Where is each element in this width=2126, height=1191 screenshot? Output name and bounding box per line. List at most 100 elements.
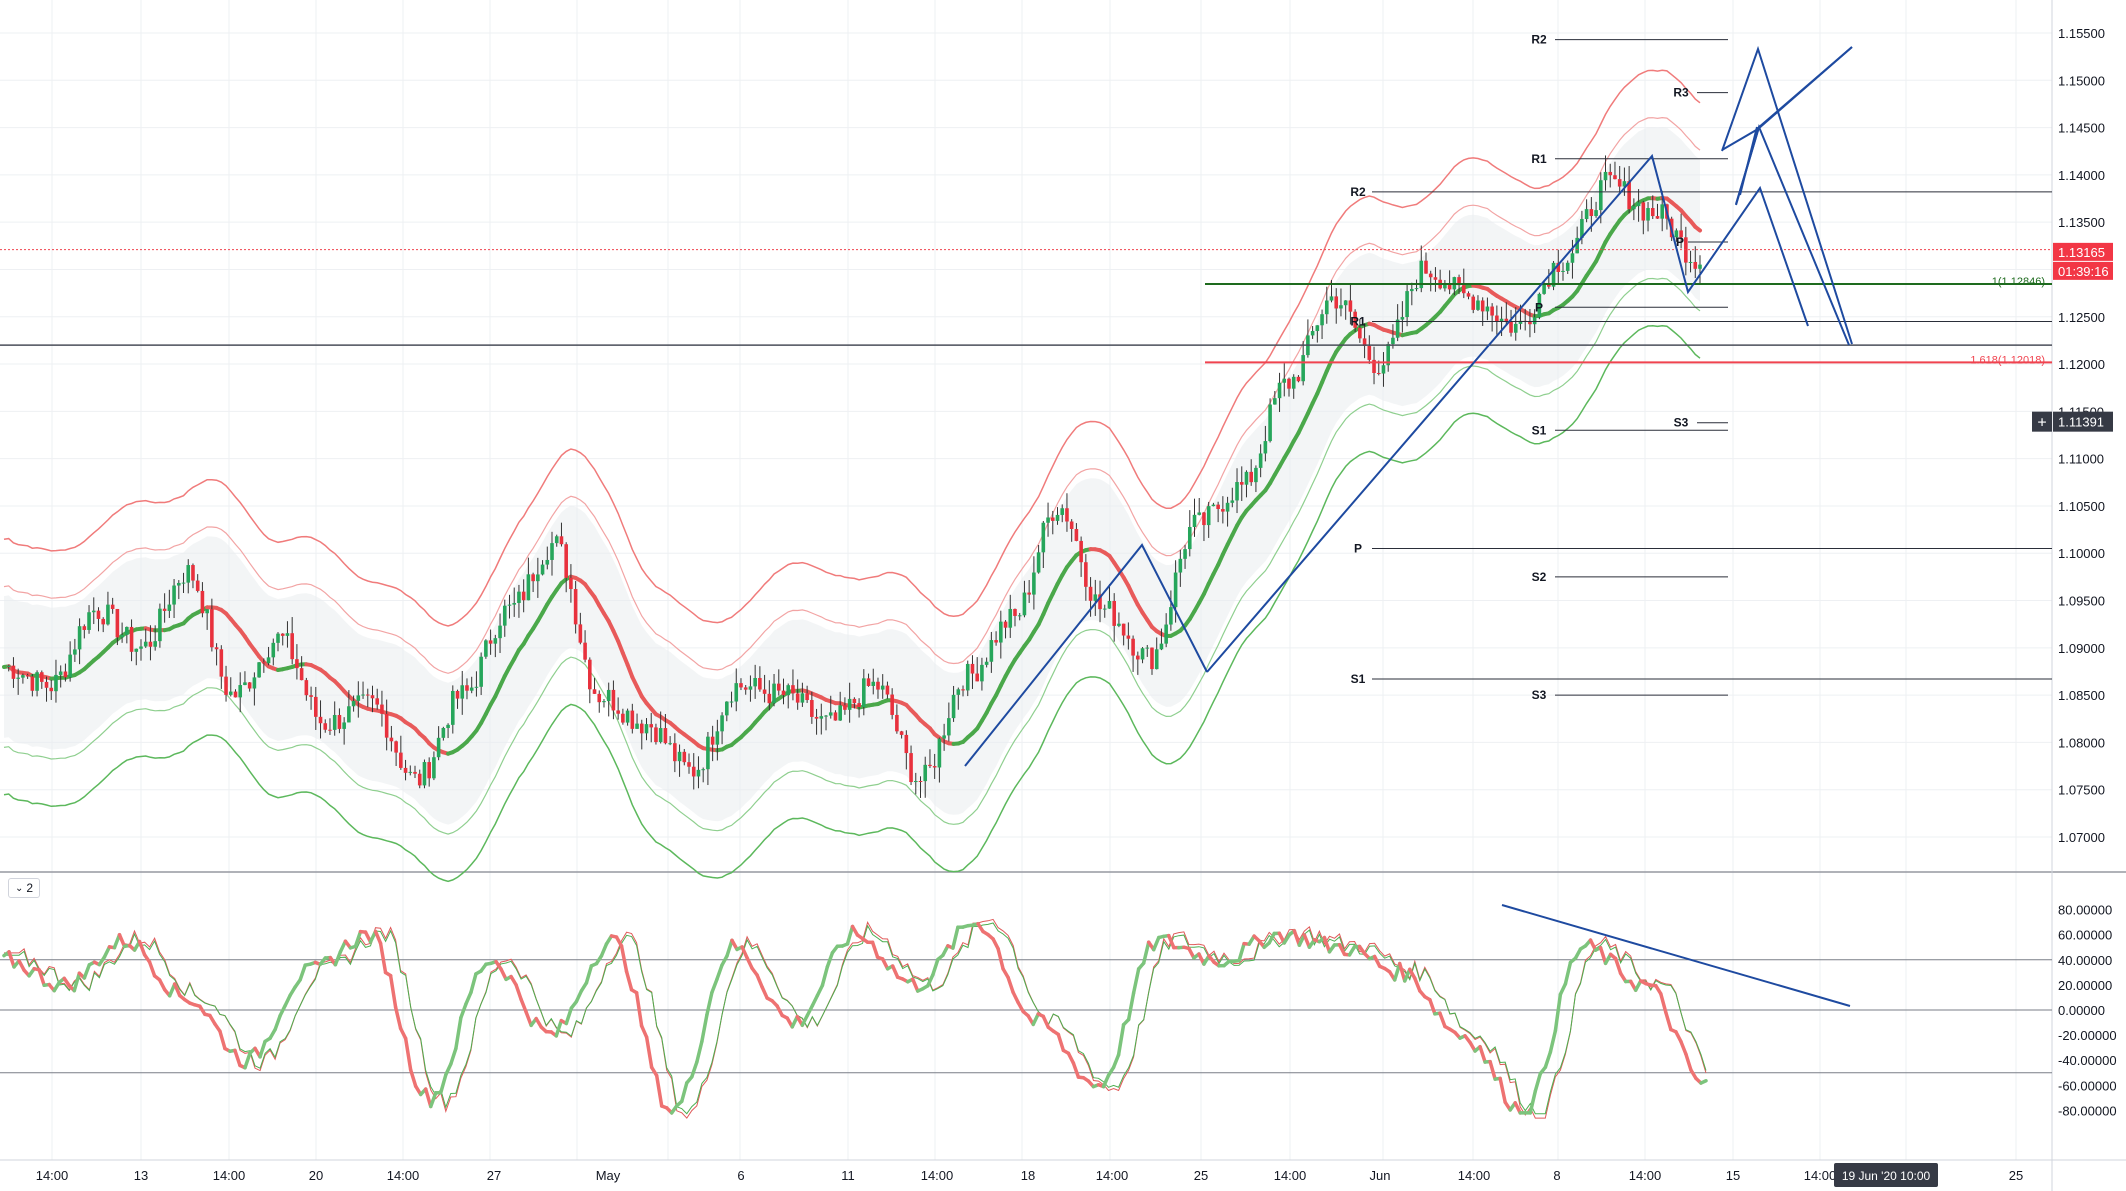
- candle-body: [918, 780, 923, 782]
- candle-body: [1613, 175, 1617, 180]
- osc-main-segment: [1684, 1052, 1693, 1072]
- price-tick-label: 1.12500: [2058, 310, 2105, 325]
- candle-body: [1315, 325, 1320, 332]
- candle-body: [365, 694, 370, 696]
- osc-main-segment: [1533, 1071, 1543, 1093]
- candle-body: [181, 582, 186, 584]
- candle-body: [1017, 615, 1022, 617]
- time-axis[interactable]: 14:00 13 14:00 20 14:00 27 May 6 11 14:00 18 14:00 2…: [36, 1163, 2024, 1187]
- candle-body: [1088, 586, 1093, 601]
- candle-body: [238, 685, 243, 698]
- candle-body: [781, 690, 786, 696]
- candle-body: [1636, 202, 1641, 207]
- candle-body: [153, 641, 157, 647]
- candle-body: [1221, 509, 1225, 512]
- candle-body: [526, 574, 531, 601]
- candle-body: [432, 757, 436, 779]
- candle-body: [1466, 293, 1471, 297]
- osc-main-segment: [1543, 1050, 1553, 1070]
- cursor-time-label: 19 Jun '20 10:00: [1842, 1169, 1931, 1183]
- time-tick-label: 15: [1726, 1168, 1740, 1183]
- candle-body: [304, 680, 309, 696]
- candle-body: [871, 681, 876, 686]
- pane-number: 2: [26, 881, 34, 895]
- candle-body: [1688, 261, 1693, 263]
- price-tick-label: 1.08000: [2058, 735, 2105, 750]
- candle-body: [753, 677, 757, 687]
- candle-body: [1428, 273, 1433, 278]
- candle-body: [106, 604, 110, 625]
- candle-body: [1414, 288, 1419, 290]
- candle-body: [408, 771, 413, 773]
- candle-body: [200, 590, 205, 614]
- candle-body: [1594, 210, 1598, 217]
- candle-body: [488, 640, 493, 644]
- osc-main-segment: [1131, 967, 1141, 995]
- candle-body: [1513, 323, 1518, 333]
- candle-body: [621, 713, 625, 723]
- osc-tick-label: 40.00000: [2058, 953, 2112, 968]
- candle-body: [1046, 517, 1050, 523]
- osc-main-segment: [554, 1018, 564, 1038]
- candle-body: [1339, 305, 1343, 309]
- candle-body: [1036, 552, 1041, 573]
- candle-body: [11, 665, 16, 679]
- osc-main-segment: [137, 939, 147, 957]
- time-tick-label: 18: [1021, 1168, 1035, 1183]
- candle-body: [266, 657, 271, 664]
- candle-body: [956, 689, 961, 695]
- candle-body: [989, 640, 994, 662]
- candle-body: [1027, 592, 1031, 595]
- candle-body: [625, 710, 630, 723]
- pivot-label: R3: [1673, 86, 1689, 100]
- candle-body: [1504, 318, 1509, 321]
- pane-collapse-button[interactable]: ⌄ 2: [8, 878, 40, 898]
- candle-body: [573, 589, 578, 625]
- trading-chart[interactable]: R2 R1 P S1 R1 P S2 S3 S1 R2 R3 S3 P 1(1.12846) 1.618(1…: [0, 0, 2126, 1191]
- osc-tick-label: -60.00000: [2058, 1078, 2117, 1093]
- osc-tick-label: -20.00000: [2058, 1028, 2117, 1043]
- candle-body: [1197, 512, 1202, 515]
- countdown-text: 01:39:16: [2058, 264, 2109, 279]
- candle-body: [1608, 171, 1613, 176]
- osc-main-segment: [1413, 976, 1422, 993]
- candle-body: [73, 649, 77, 655]
- osc-main-segment: [890, 964, 900, 979]
- candle-body: [1542, 284, 1546, 294]
- candle-body: [1376, 372, 1381, 374]
- osc-main-segment: [454, 1015, 463, 1051]
- candle-body: [224, 676, 228, 695]
- osc-main-segment: [378, 941, 388, 975]
- candle-body: [422, 762, 427, 786]
- candle-body: [1032, 572, 1036, 595]
- pivot-label: R1: [1350, 314, 1366, 328]
- candle-body: [1320, 314, 1324, 326]
- candle-body: [1183, 549, 1187, 559]
- candle-body: [980, 664, 984, 682]
- candle-body: [1589, 209, 1594, 217]
- candle-body: [1022, 592, 1027, 616]
- time-tick-label: Jun: [1370, 1168, 1391, 1183]
- candle-body: [1471, 296, 1476, 310]
- candle-body: [403, 767, 408, 773]
- candle-body: [961, 689, 965, 691]
- candle-body: [592, 689, 597, 694]
- candle-body: [1301, 355, 1305, 382]
- candle-body: [734, 683, 739, 702]
- price-axis[interactable]: 1.155001.150001.145001.140001.135001.130…: [2058, 26, 2117, 1118]
- candle-body: [1230, 500, 1235, 503]
- candle-body: [866, 678, 871, 686]
- candle-body: [545, 559, 550, 565]
- osc-main-segment: [1478, 1044, 1487, 1064]
- candle-body: [347, 706, 351, 723]
- candle-body: [91, 610, 96, 613]
- candle-body: [965, 663, 970, 691]
- candle-body: [167, 604, 172, 611]
- candle-body: [682, 751, 687, 763]
- candle-body: [1140, 648, 1145, 660]
- candle-body: [1693, 261, 1698, 269]
- candle-body: [309, 695, 313, 697]
- candle-body: [611, 689, 616, 711]
- candle-body: [890, 694, 894, 715]
- candle-body: [276, 633, 280, 643]
